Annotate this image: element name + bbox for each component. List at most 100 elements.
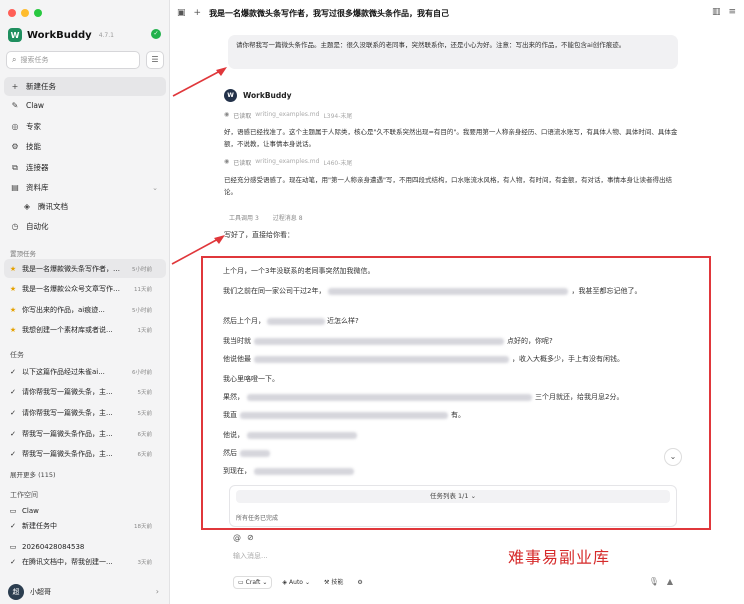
menu-icon[interactable]: ≡ <box>728 7 736 17</box>
nav-tencent-docs[interactable]: ◈ 腾讯文档 <box>4 197 166 216</box>
chat-title: 我是一名爆款微头条写作者，我写过很多爆款微头条作品，我有自己 <box>209 8 450 18</box>
chevron-right-icon[interactable]: › <box>156 587 159 596</box>
search-input[interactable] <box>20 56 126 64</box>
draft-text: 到现在， <box>223 467 251 475</box>
attach-icon[interactable]: ⊘ <box>247 533 254 542</box>
draft-line: 然后 <box>223 448 273 458</box>
mode-select[interactable]: ▭ Craft ⌄ <box>233 576 273 589</box>
nav-expert[interactable]: ◎ 专家 <box>4 117 166 136</box>
bot-avatar: W <box>224 89 237 102</box>
draft-text: 近怎么样? <box>327 317 359 325</box>
task-title: 你写出来的作品，ai痕迹... <box>22 305 105 314</box>
nav-connector[interactable]: ⧉ 连接器 <box>4 158 166 177</box>
model-label: Auto <box>289 579 303 586</box>
workspace-item[interactable]: ✓ 新建任务中 18天前 <box>4 516 166 535</box>
scroll-down-button[interactable]: ⌄ <box>664 448 682 466</box>
draft-text: 我直 <box>223 411 237 419</box>
panel-toggle-icon[interactable]: ▥ <box>712 7 721 17</box>
check-icon: ✓ <box>10 387 16 396</box>
nav-label: 腾讯文档 <box>38 202 68 211</box>
check-icon: ✓ <box>10 521 16 530</box>
model-select[interactable]: ◈ Auto ⌄ <box>278 576 314 589</box>
bot-paragraph: 好，语感已经找准了。这个主题属于人际类，核心是"久不联系突然出现=有目的"。我要… <box>224 128 678 148</box>
read-file: writing_examples.md <box>255 158 320 165</box>
search-box[interactable]: ⌕ <box>6 51 140 69</box>
pin-icon: ★ <box>9 325 17 334</box>
nav-label: 资料库 <box>26 183 49 192</box>
skills-label: 技能 <box>331 579 344 586</box>
workspace-title: 20260428084538 <box>22 542 85 551</box>
process-count: 8 <box>298 215 303 222</box>
skills-button[interactable]: ⚒ 技能 <box>320 576 347 589</box>
pinned-task[interactable]: ★ 我是一名爆款微头条写作者，我可以... 5小时前 <box>4 259 166 278</box>
draft-line: 我心里咯噔一下。 <box>223 374 279 384</box>
blurred-text <box>240 411 448 419</box>
task-time: 5天前 <box>137 410 153 417</box>
task-item[interactable]: ✓ 请你帮我写一篇微头条，主... 5天前 <box>4 382 166 401</box>
tasks-section-title: 任务 <box>10 351 24 359</box>
new-chat-icon[interactable]: + <box>194 8 202 18</box>
user-profile[interactable]: 超 小超哥 <box>8 584 51 600</box>
close-window-button[interactable] <box>8 9 16 17</box>
mode-label: Craft <box>245 579 261 586</box>
draft-text: 我当时就 <box>223 337 251 345</box>
workspace-section-title: 工作空间 <box>10 491 38 499</box>
process-label: 过程消息 8 <box>273 213 303 222</box>
send-icon[interactable]: ▲ <box>667 577 673 586</box>
cube-icon: ◈ <box>282 579 288 586</box>
microphone-icon[interactable]: 🎙 <box>649 577 659 586</box>
sidebar-toggle-icon[interactable]: ▣ <box>177 8 186 18</box>
nav-skill[interactable]: ⚙ 技能 <box>4 137 166 156</box>
check-icon: ✓ <box>10 557 16 566</box>
maximize-window-button[interactable] <box>34 9 42 17</box>
library-icon: ▤ <box>11 183 19 192</box>
pinned-task[interactable]: ★ 我想创建一个素材库或者说... 1天前 <box>4 320 166 339</box>
chevron-down-icon: ⌄ <box>304 579 310 586</box>
task-time: 6天前 <box>137 451 153 458</box>
filter-button[interactable]: ☰ <box>146 51 164 69</box>
nav-library[interactable]: ▤ 资料库 ⌄ <box>4 178 166 197</box>
blurred-text <box>254 337 504 345</box>
mention-icon[interactable]: @ <box>233 533 241 542</box>
show-more-link[interactable]: 展开更多 (115) <box>10 469 56 479</box>
pin-icon: ★ <box>9 305 17 314</box>
minimize-window-button[interactable] <box>21 9 29 17</box>
nav-label: Claw <box>26 101 45 110</box>
blurred-text <box>247 393 532 401</box>
draft-text: 他说他最 <box>223 355 251 363</box>
search-icon: ⌕ <box>12 55 17 64</box>
nav-new-task[interactable]: + 新建任务 <box>4 77 166 96</box>
read-range: L394-末尾 <box>323 113 353 120</box>
pinned-task[interactable]: ★ 你写出来的作品，ai痕迹... 5小时前 <box>4 300 166 319</box>
pinned-task[interactable]: ★ 我是一名爆款公众号文章写作者... 11天前 <box>4 279 166 298</box>
task-item[interactable]: ✓ 请你帮我写一篇微头条，主... 5天前 <box>4 403 166 422</box>
task-item[interactable]: ✓ 以下这篇作品经过朱雀ai... 6小时前 <box>4 362 166 381</box>
watermark: 难事易副业库 <box>508 548 611 567</box>
nav-claw[interactable]: ✎ Claw <box>4 96 166 115</box>
app-window: W WorkBuddy 4.7.1 ✓ ⌕ ☰ +新建任务 ✎Claw ◎专家 … <box>0 0 744 604</box>
nav-automation[interactable]: ◷ 自动化 <box>4 217 166 236</box>
workspace-title: 在腾讯文档中，帮我创建一... <box>22 557 113 566</box>
claw-icon: ✎ <box>11 101 19 110</box>
file-read-indicator[interactable]: ◉ 已读取 writing_examples.md L460-末尾 <box>224 158 352 167</box>
status-ok-icon: ✓ <box>151 29 161 39</box>
settings-button[interactable]: ⚙ <box>353 576 366 589</box>
pin-icon: ★ <box>9 264 17 273</box>
task-item[interactable]: ✓ 帮我写一篇微头条作品，主... 6天前 <box>4 424 166 443</box>
blurred-text <box>267 317 325 325</box>
task-list-status: 所有任务已完成 <box>236 515 279 522</box>
tool-summary[interactable]: 工具调用 3 过程消息 8 <box>229 213 303 222</box>
draft-text: 点好的，你呢? <box>507 337 553 345</box>
task-list-header[interactable]: 任务列表 1/1 ⌄ <box>236 490 670 503</box>
task-item[interactable]: ✓ 帮我写一篇微头条作品，主... 6天前 <box>4 444 166 463</box>
eye-icon: ◉ <box>224 158 230 165</box>
file-read-indicator[interactable]: ◉ 已读取 writing_examples.md L394-末尾 <box>224 111 352 120</box>
workspace-item[interactable]: ✓ 在腾讯文档中，帮我创建一... 3天前 <box>4 552 166 571</box>
skills-icon: ⚒ <box>324 579 330 586</box>
tool-call-count: 3 <box>254 215 259 222</box>
chat-topbar: ▣ + 我是一名爆款微头条写作者，我写过很多爆款微头条作品，我有自己 <box>171 0 744 26</box>
app-brand: W WorkBuddy 4.7.1 <box>8 27 114 43</box>
chevron-down-icon: ⌄ <box>262 579 268 586</box>
folder-icon: ▭ <box>9 506 17 515</box>
pinned-section-title: 置顶任务 <box>10 250 36 258</box>
